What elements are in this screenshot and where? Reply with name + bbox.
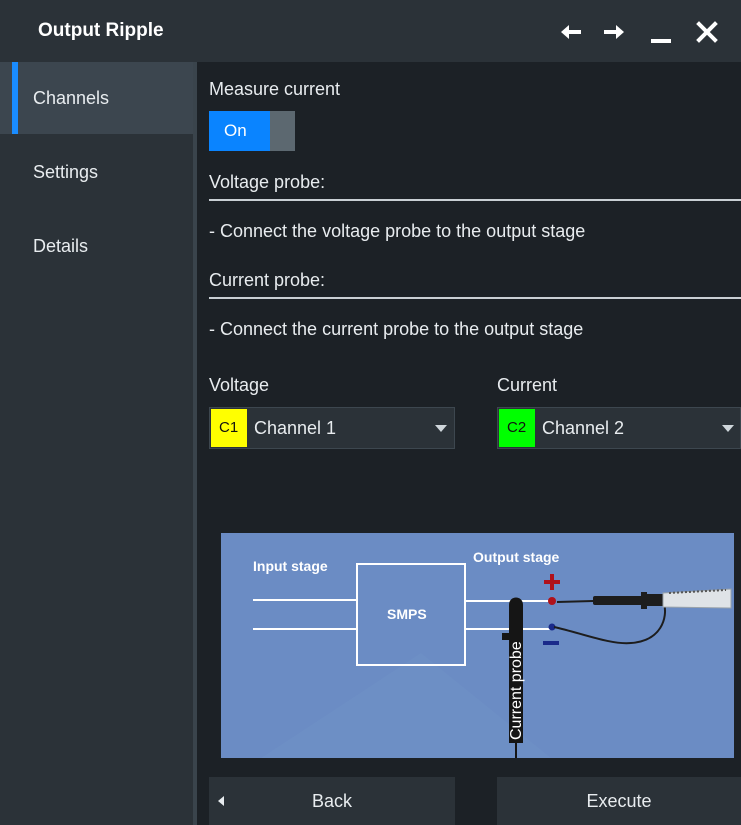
forward-arrow-icon[interactable] bbox=[600, 18, 628, 46]
input-stage-label: Input stage bbox=[253, 558, 328, 574]
title-bar: Output Ripple bbox=[0, 0, 741, 62]
back-arrow-icon[interactable] bbox=[557, 18, 585, 46]
voltage-channel-value: Channel 1 bbox=[254, 418, 337, 438]
divider bbox=[209, 199, 741, 201]
measure-current-label: Measure current bbox=[209, 79, 341, 99]
current-probe-label: Current probe bbox=[508, 641, 525, 740]
current-channel-value: Channel 2 bbox=[542, 418, 625, 438]
current-probe-instruction: - Connect the current probe to the outpu… bbox=[209, 319, 584, 339]
chevron-down-icon bbox=[722, 425, 734, 432]
sidebar-item-label: Channels bbox=[33, 88, 110, 108]
voltage-probe-instruction: - Connect the voltage probe to the outpu… bbox=[209, 221, 586, 241]
channel-badge-c1: C1 bbox=[211, 409, 247, 447]
sidebar-item-label: Settings bbox=[33, 162, 99, 182]
sidebar-item-label: Details bbox=[33, 236, 89, 256]
measure-current-toggle[interactable]: On bbox=[209, 111, 295, 151]
output-stage-label: Output stage bbox=[473, 549, 560, 565]
execute-button[interactable]: Execute bbox=[497, 777, 741, 825]
smps-label: SMPS bbox=[387, 606, 427, 622]
execute-button-label: Execute bbox=[586, 790, 652, 811]
sidebar-item-settings[interactable]: Settings bbox=[0, 136, 193, 208]
chevron-down-icon bbox=[435, 425, 447, 432]
voltage-channel-select[interactable]: C1 Channel 1 bbox=[209, 407, 455, 449]
back-button[interactable]: Back bbox=[209, 777, 455, 825]
divider bbox=[209, 297, 741, 299]
current-label: Current bbox=[497, 375, 558, 395]
close-icon[interactable] bbox=[693, 18, 721, 46]
voltage-label: Voltage bbox=[209, 375, 270, 395]
sidebar-item-details[interactable]: Details bbox=[0, 210, 193, 282]
back-button-label: Back bbox=[311, 790, 353, 811]
dialog-title: Output Ripple bbox=[38, 20, 164, 41]
triangle-left-icon bbox=[218, 796, 224, 806]
toggle-knob bbox=[270, 111, 295, 151]
sidebar: Channels Settings Details bbox=[0, 62, 193, 825]
probe-connection-diagram: Current probe Input stage Output stage S… bbox=[221, 533, 734, 758]
sidebar-item-channels[interactable]: Channels bbox=[0, 62, 193, 134]
current-channel-select[interactable]: C2 Channel 2 bbox=[497, 407, 741, 449]
minimize-icon[interactable] bbox=[647, 18, 675, 46]
current-probe-heading: Current probe: bbox=[209, 270, 326, 290]
voltage-probe-heading: Voltage probe: bbox=[209, 172, 326, 192]
channel-badge-c2: C2 bbox=[499, 409, 535, 447]
toggle-on-label: On bbox=[209, 111, 270, 151]
